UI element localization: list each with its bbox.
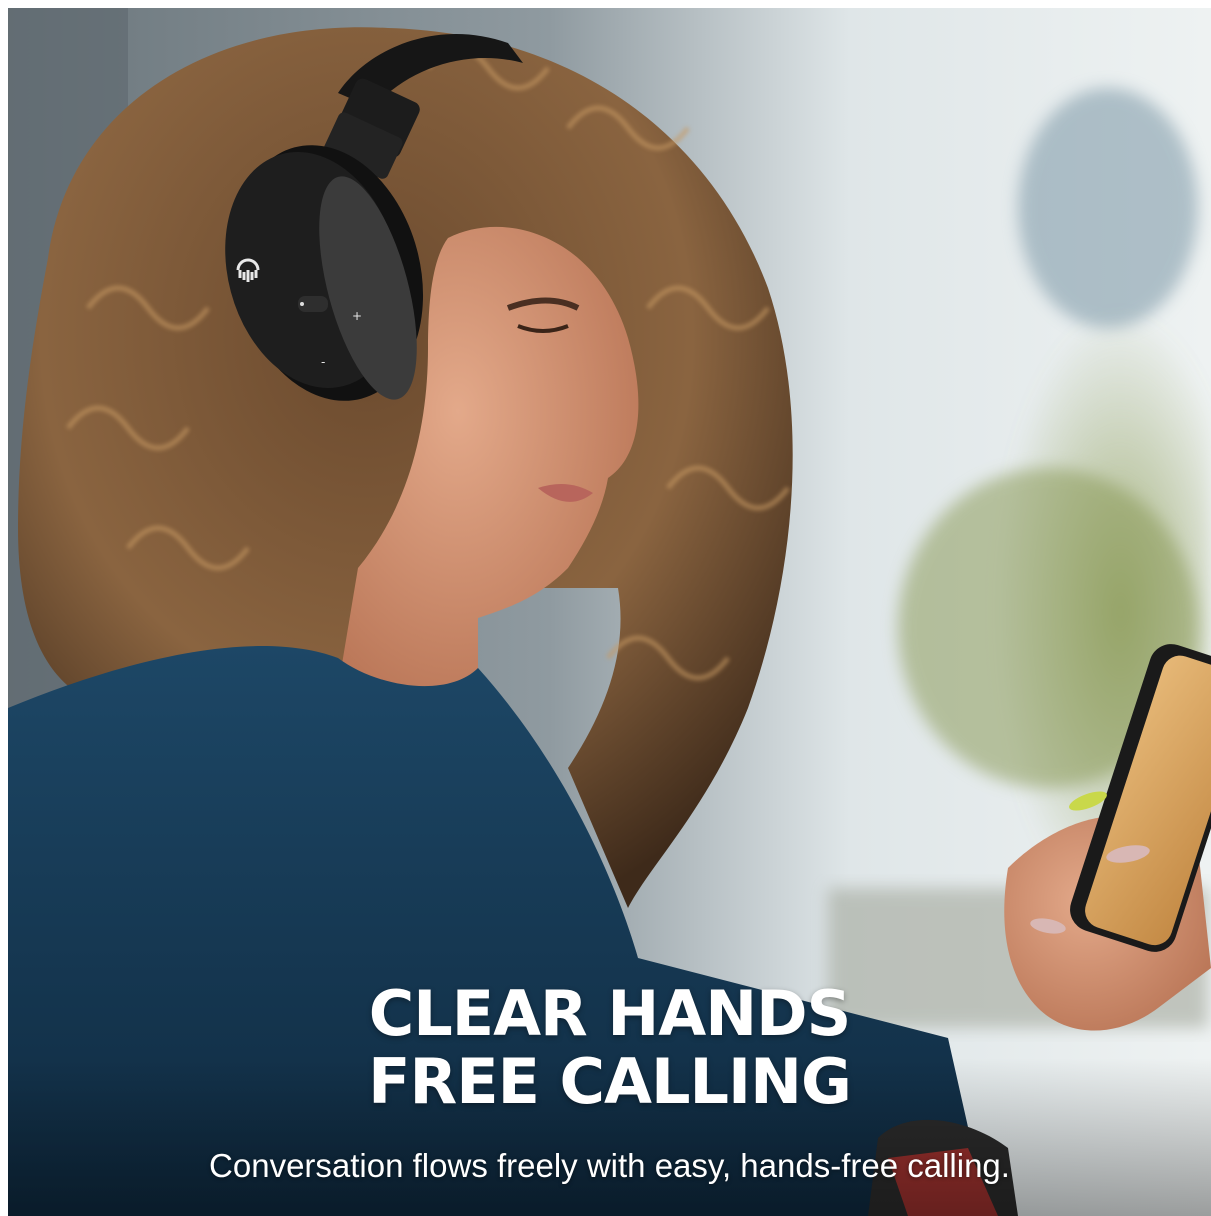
volume-up-label: +: [352, 309, 362, 323]
headline-line-2: FREE CALLING: [368, 1045, 852, 1118]
product-image-frame: + - CLEAR HANDS FREE CALLING Conversatio…: [8, 8, 1211, 1216]
headline-line-1: CLEAR HANDS: [368, 977, 852, 1050]
headline: CLEAR HANDS FREE CALLING: [8, 980, 1211, 1116]
volume-down-label: -: [321, 355, 325, 369]
tagline: Conversation flows freely with easy, han…: [209, 1147, 1010, 1184]
